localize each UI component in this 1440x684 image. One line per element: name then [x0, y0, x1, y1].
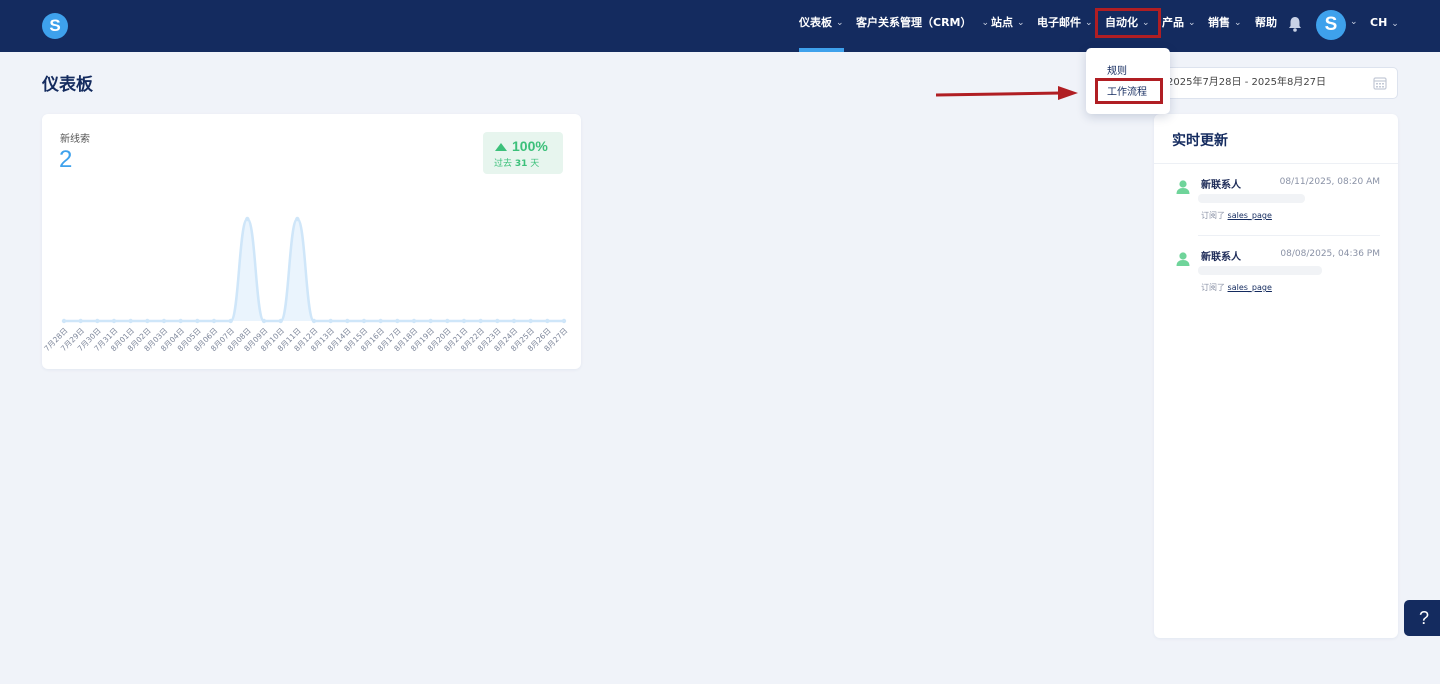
chevron-down-icon: ⌄ — [1391, 19, 1399, 29]
data-point[interactable] — [195, 318, 200, 324]
active-tab-indicator — [799, 48, 844, 52]
leads-chart: 7月28日7月29日7月30日7月31日8月01日8月02日8月03日8月04日… — [42, 216, 569, 353]
chevron-down-icon: ⌄ — [981, 18, 990, 28]
data-point[interactable] — [328, 318, 333, 324]
annotation-arrow — [936, 86, 1078, 100]
help-button[interactable]: ? — [1404, 600, 1440, 636]
data-point[interactable] — [161, 318, 167, 324]
activity-name: 新联系人 — [1201, 180, 1241, 191]
data-point[interactable] — [61, 318, 67, 324]
language-selector[interactable]: CH ⌄ — [1370, 0, 1399, 46]
data-point[interactable] — [228, 318, 233, 324]
nav-crm-label: 客户关系管理（CRM） — [856, 16, 972, 29]
workflows-highlight-box — [1095, 78, 1163, 104]
data-point[interactable] — [78, 318, 83, 324]
chevron-down-icon: ⌄ — [1234, 18, 1242, 28]
nav-products[interactable]: 产品 ⌄ — [1162, 0, 1196, 52]
nav-sales-label: 销售 — [1208, 16, 1230, 29]
top-nav: S 仪表板 ⌄ 客户关系管理（CRM） ⌄ 站点 ⌄ 电子邮件 ⌄ 自动化 ⌄ 产品 ⌄ 销… — [0, 0, 1440, 52]
chevron-down-icon[interactable]: ⌄ — [1350, 17, 1358, 27]
nav-email[interactable]: 电子邮件 ⌄ — [1037, 0, 1093, 52]
data-point[interactable] — [478, 318, 483, 324]
automation-highlight-box — [1095, 8, 1161, 38]
data-point[interactable] — [528, 318, 533, 324]
nav-products-label: 产品 — [1162, 16, 1184, 29]
app-logo[interactable]: S — [42, 13, 68, 39]
date-range-picker[interactable]: 2025年7月28日 - 2025年8月27日 — [1158, 67, 1398, 99]
person-icon — [1176, 180, 1190, 194]
data-point[interactable] — [278, 318, 283, 324]
data-point[interactable] — [211, 318, 217, 324]
nav-crm[interactable]: 客户关系管理（CRM） ⌄ — [856, 0, 989, 52]
nav-dashboard[interactable]: 仪表板 ⌄ — [799, 0, 844, 52]
nav-sales[interactable]: 销售 ⌄ — [1208, 0, 1242, 52]
data-point[interactable] — [311, 318, 317, 324]
leads-area — [64, 219, 564, 321]
realtime-updates-card: 实时更新 新联系人 08/11/2025, 08:20 AM 订阅了 sales… — [1154, 114, 1398, 638]
data-point[interactable] — [511, 318, 517, 324]
divider — [1198, 235, 1380, 236]
calendar-icon[interactable] — [1373, 76, 1387, 90]
data-point[interactable] — [361, 318, 367, 324]
data-point[interactable] — [345, 318, 350, 324]
data-point[interactable] — [128, 318, 133, 324]
redacted-email — [1198, 266, 1322, 275]
data-point[interactable] — [378, 318, 383, 324]
data-point[interactable] — [261, 318, 267, 324]
data-point[interactable] — [561, 318, 567, 324]
data-point[interactable] — [145, 318, 150, 324]
redacted-email — [1198, 194, 1305, 203]
date-range-value: 2025年7月28日 - 2025年8月27日 — [1167, 77, 1327, 88]
realtime-title: 实时更新 — [1172, 133, 1228, 149]
data-point[interactable] — [445, 318, 450, 324]
leads-line — [63, 217, 564, 323]
nav-dashboard-label: 仪表板 — [799, 16, 832, 29]
person-icon — [1176, 252, 1190, 266]
activity-detail: 订阅了 sales_page — [1201, 210, 1272, 221]
chevron-down-icon: ⌄ — [1017, 18, 1025, 28]
language-label: CH — [1370, 16, 1388, 29]
bell-icon[interactable] — [1288, 16, 1302, 32]
divider — [1154, 163, 1398, 164]
page-link[interactable]: sales_page — [1228, 211, 1272, 220]
new-leads-card: 新线索 2 100% 过去 31 天 7月28日 7月29日 7月30日 7月31日 8… — [42, 114, 581, 369]
activity-action: 订阅了 — [1201, 283, 1225, 292]
nav-help-label: 帮助 — [1255, 16, 1277, 29]
activity-detail: 订阅了 sales_page — [1201, 282, 1272, 293]
activity-name: 新联系人 — [1201, 252, 1241, 263]
data-point[interactable] — [295, 216, 300, 222]
nav-sites[interactable]: 站点 ⌄ — [991, 0, 1025, 52]
nav-sites-label: 站点 — [991, 16, 1013, 29]
activity-item: 新联系人 08/11/2025, 08:20 AM 订阅了 sales_page — [1154, 176, 1398, 248]
data-point[interactable] — [395, 318, 400, 324]
activity-item: 新联系人 08/08/2025, 04:36 PM 订阅了 sales_page — [1154, 248, 1398, 320]
data-point[interactable] — [411, 318, 417, 324]
data-point[interactable] — [95, 318, 100, 324]
menu-item-rules[interactable]: 规则 — [1107, 62, 1127, 77]
nav-help[interactable]: 帮助 — [1255, 0, 1277, 52]
data-point[interactable] — [111, 318, 117, 324]
chevron-down-icon: ⌄ — [836, 18, 844, 28]
chevron-down-icon: ⌄ — [1188, 18, 1196, 28]
page-link[interactable]: sales_page — [1228, 283, 1272, 292]
data-point[interactable] — [461, 318, 467, 324]
activity-time: 08/11/2025, 08:20 AM — [1279, 177, 1380, 187]
nav-email-label: 电子邮件 — [1037, 16, 1081, 29]
page-title: 仪表板 — [42, 75, 93, 95]
activity-time: 08/08/2025, 04:36 PM — [1280, 249, 1380, 259]
data-point[interactable] — [178, 318, 183, 324]
activity-action: 订阅了 — [1201, 211, 1225, 220]
data-point[interactable] — [545, 318, 550, 324]
data-point[interactable] — [245, 216, 250, 222]
data-point[interactable] — [495, 318, 500, 324]
data-point[interactable] — [428, 318, 433, 324]
chevron-down-icon: ⌄ — [1085, 18, 1093, 28]
avatar[interactable]: S — [1316, 10, 1346, 40]
